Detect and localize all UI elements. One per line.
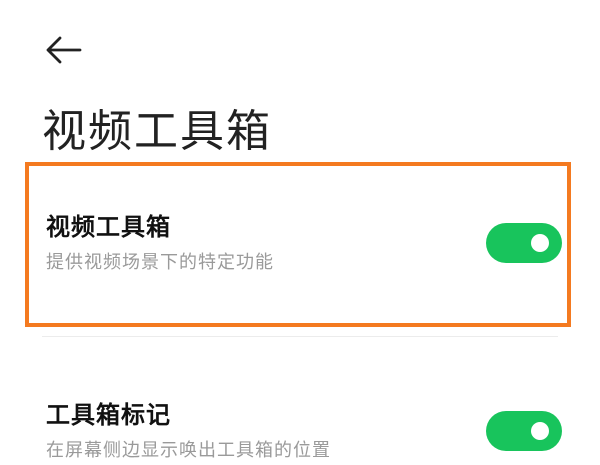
- divider: [42, 336, 558, 337]
- setting-video-toolbox[interactable]: 视频工具箱 提供视频场景下的特定功能: [0, 210, 600, 290]
- toggle-knob: [531, 234, 549, 252]
- setting-toolbox-marker[interactable]: 工具箱标记 在屏幕侧边显示唤出工具箱的位置: [0, 398, 600, 465]
- toolbox-marker-toggle[interactable]: [486, 411, 562, 451]
- video-toolbox-settings-screen: 视频工具箱 视频工具箱 提供视频场景下的特定功能 工具箱标记 在屏幕侧边显示唤出…: [0, 0, 600, 465]
- toggle-knob: [531, 422, 549, 440]
- setting-description: 提供视频场景下的特定功能: [46, 252, 274, 273]
- setting-title: 视频工具箱: [46, 213, 171, 241]
- setting-title: 工具箱标记: [46, 401, 171, 429]
- setting-description: 在屏幕侧边显示唤出工具箱的位置: [46, 440, 331, 461]
- arrow-left-icon: [46, 36, 82, 64]
- video-toolbox-toggle[interactable]: [486, 223, 562, 263]
- back-button[interactable]: [40, 32, 84, 68]
- page-title: 视频工具箱: [42, 106, 272, 157]
